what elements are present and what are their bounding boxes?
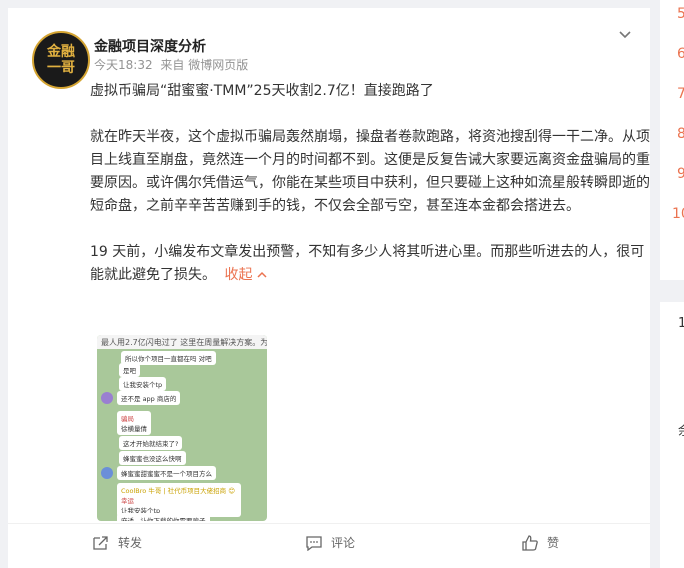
avatar[interactable]: 金融 一哥 [32, 31, 90, 89]
hot-rank-number[interactable]: 7 [677, 86, 684, 102]
post-paragraph-last: 19 天前，小编发布文章发出预警，不知有多少人将其听进心里。而那些听进去的人，很… [90, 241, 650, 287]
thumbs-up-icon [522, 534, 538, 551]
chat-text: 徐横量倩 [121, 425, 147, 433]
post-content: 虚拟币骗局“甜蜜蜜·TMM”25天收割2.7亿！直接跑路了 就在昨天半夜，这个虚… [90, 80, 650, 310]
image-header: 最人用2.7亿闪电过了 这里在周量解决方案。为... [97, 335, 267, 349]
action-bar: 转发 评论 赞 [8, 523, 650, 560]
avatar-text-top: 金融 [47, 44, 75, 60]
collapse-label: 收起 [224, 267, 253, 283]
post-meta: 今天18:32 来自 微博网页版 [94, 56, 252, 73]
side-panel-text: 余 [678, 420, 684, 439]
avatar-logo: 金融 一哥 [41, 44, 81, 76]
hot-rank-number[interactable]: 6 [677, 46, 684, 62]
chevron-down-icon[interactable] [616, 25, 634, 43]
chat-sender: 骗局 [121, 415, 134, 423]
chat-bubble: CoolBro 牛哥 | 社代币项目大佬招商 😊 幸运 让我安装个tp [117, 483, 241, 517]
chat-bubble: 麻诱，让你下载的你需要骗子 [117, 513, 210, 521]
chat-bubble: 蜂蜜蜜甜蜜蜜不是一个项目方么 [117, 466, 216, 480]
post-image[interactable]: 最人用2.7亿闪电过了 这里在周量解决方案。为... 所以你个项目一直都在吗 对… [97, 335, 267, 521]
avatar-text-bottom: 一哥 [47, 60, 75, 76]
comment-button[interactable]: 评论 [305, 534, 355, 551]
post-paragraph: 就在昨天半夜，这个虚拟币骗局轰然崩塌，操盘者卷款跑路，将资池搜刮得一干二净。从项… [90, 129, 650, 214]
chevron-up-icon [257, 271, 267, 278]
comment-label: 评论 [331, 536, 356, 550]
chat-bubble: 骗局 徐横量倩 [117, 411, 151, 435]
collapse-link[interactable]: 收起 [224, 267, 267, 283]
post-title-line: 虚拟币骗局“甜蜜蜜·TMM”25天收割2.7亿！直接跑路了 [90, 83, 434, 99]
forward-button[interactable]: 转发 [92, 534, 142, 551]
chat-avatar [101, 467, 113, 479]
hot-list-panel: 5 6 7 8 9 10 [660, 0, 684, 280]
forward-icon [93, 535, 108, 550]
chat-sender: CoolBro 牛哥 | 社代币项目大佬招商 😊 [121, 487, 235, 495]
hot-rank-number[interactable]: 5 [677, 6, 684, 22]
side-panel: 1 余 [660, 302, 684, 568]
forward-label: 转发 [118, 536, 143, 550]
side-panel-text: 1 [678, 316, 684, 331]
chat-bubble: 还不是 app 商店的 [117, 391, 181, 405]
chat-bubble: 蜂蜜蜜也没这么快啊 [119, 451, 186, 465]
right-sidebar: 5 6 7 8 9 10 1 余 [660, 0, 684, 568]
chat-bubble: 这才开始就结束了? [119, 436, 183, 450]
post-source: 来自 微博网页版 [160, 58, 249, 72]
hot-rank-number[interactable]: 9 [677, 166, 684, 182]
chat-bubble: 让我安装个tp [119, 377, 167, 391]
chat-bubble: 是吧 [119, 363, 140, 377]
post-time[interactable]: 今天18:32 [94, 58, 153, 72]
hot-rank-number[interactable]: 10 [672, 206, 684, 222]
weibo-page: 金融 一哥 金融项目深度分析 今天18:32 来自 微博网页版 虚拟币骗局“甜蜜… [0, 0, 684, 568]
like-button[interactable]: 赞 [521, 534, 559, 551]
chat-avatar [101, 392, 113, 404]
username[interactable]: 金融项目深度分析 [94, 36, 206, 56]
post-paragraph-text: 19 天前，小编发布文章发出预警，不知有多少人将其听进心里。而那些听进去的人，很… [90, 244, 645, 283]
post-card: 金融 一哥 金融项目深度分析 今天18:32 来自 微博网页版 虚拟币骗局“甜蜜… [8, 8, 650, 568]
comment-icon [306, 535, 322, 551]
chat-quote-name: 幸运 [121, 497, 134, 505]
like-label: 赞 [547, 536, 560, 550]
hot-rank-number[interactable]: 8 [677, 126, 684, 142]
